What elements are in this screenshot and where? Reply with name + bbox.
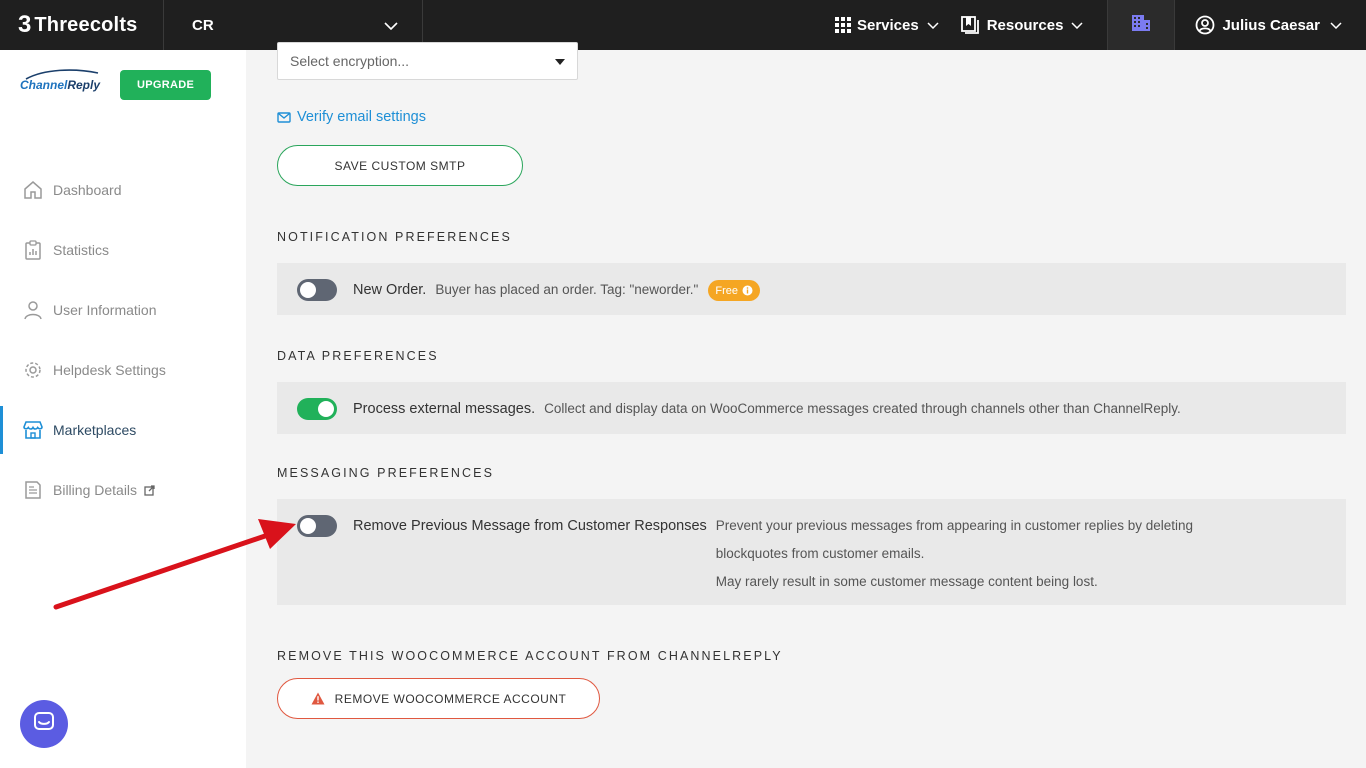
threecolts-logo[interactable]: 3 Threecolts (0, 0, 164, 50)
data-preferences-panel: Process external messages. Collect and d… (277, 382, 1346, 434)
building-icon (1131, 14, 1151, 37)
envelope-icon (277, 111, 291, 123)
remove-account-label: REMOVE WOOCOMMERCE ACCOUNT (334, 691, 567, 706)
gear-icon (22, 359, 44, 381)
info-icon (742, 285, 753, 296)
workspace-label: CR (192, 16, 214, 34)
user-menu[interactable]: Julius Caesar (1175, 0, 1366, 50)
home-icon (22, 179, 44, 201)
badge-label: Free (715, 284, 738, 297)
notification-preferences-heading: NOTIFICATION PREFERENCES (277, 230, 512, 244)
resources-label: Resources (986, 16, 1064, 34)
sidebar-header: ChannelReply UPGRADE (0, 50, 246, 120)
description-line: May rarely result in some customer messa… (715, 574, 1098, 589)
sidebar-item-label: User Information (53, 302, 157, 318)
description-line: blockquotes from customer emails. (715, 546, 925, 561)
chat-icon (33, 711, 55, 738)
sidebar-item-label: Billing Details (53, 482, 138, 498)
encryption-placeholder: Select encryption... (290, 53, 410, 69)
process-external-toggle[interactable] (297, 398, 337, 420)
new-order-title: New Order. (353, 282, 427, 298)
brand-mark: 3 (18, 11, 32, 38)
invoice-icon (22, 479, 44, 501)
sidebar-item-billing-details[interactable]: Billing Details (0, 460, 246, 520)
toggle-knob (300, 518, 316, 534)
verify-email-label: Verify email settings (297, 109, 426, 125)
chevron-down-icon (927, 21, 939, 29)
sidebar-item-statistics[interactable]: Statistics (0, 220, 246, 280)
brand-name: Threecolts (34, 13, 138, 36)
sidebar: ChannelReply UPGRADE Dashboard Statistic… (0, 50, 246, 768)
remove-previous-message-row: Remove Previous Message from Customer Re… (277, 499, 1346, 596)
user-name: Julius Caesar (1222, 16, 1320, 34)
main-content: Select encryption... Verify email settin… (246, 42, 1366, 768)
process-external-row: Process external messages. Collect and d… (277, 382, 1346, 420)
new-order-row: New Order. Buyer has placed an order. Ta… (277, 263, 1346, 301)
free-badge[interactable]: Free (708, 280, 760, 301)
sidebar-item-label: Helpdesk Settings (53, 362, 166, 378)
clipboard-icon (22, 239, 44, 261)
sidebar-item-label: Dashboard (53, 182, 122, 198)
sidebar-item-label: Marketplaces (53, 422, 137, 438)
messaging-preferences-heading: MESSAGING PREFERENCES (277, 466, 495, 480)
sidebar-item-marketplaces[interactable]: Marketplaces (0, 400, 246, 460)
save-custom-smtp-button[interactable]: SAVE CUSTOM SMTP (277, 145, 523, 186)
logo-swoosh-icon (25, 69, 99, 80)
sidebar-item-helpdesk-settings[interactable]: Helpdesk Settings (0, 340, 246, 400)
remove-woocommerce-account-button[interactable]: REMOVE WOOCOMMERCE ACCOUNT (277, 678, 600, 719)
store-icon (22, 419, 44, 441)
toggle-knob (300, 282, 316, 298)
channelreply-logo[interactable]: ChannelReply (20, 69, 110, 92)
notification-preferences-panel: New Order. Buyer has placed an order. Ta… (277, 263, 1346, 315)
sidebar-item-dashboard[interactable]: Dashboard (0, 160, 246, 220)
process-external-title: Process external messages. (353, 401, 536, 417)
book-icon (960, 16, 981, 34)
warning-icon (311, 692, 325, 705)
services-menu[interactable]: Services (834, 0, 961, 50)
chat-widget-button[interactable] (20, 700, 68, 748)
data-preferences-heading: DATA PREFERENCES (277, 349, 439, 363)
encryption-select[interactable]: Select encryption... (277, 42, 578, 80)
user-icon (22, 299, 44, 321)
toggle-knob (318, 401, 334, 417)
top-navbar: 3 Threecolts CR Services Resources Juliu… (0, 0, 1366, 50)
upgrade-button[interactable]: UPGRADE (120, 70, 212, 100)
remove-previous-message-title: Remove Previous Message from Customer Re… (353, 518, 707, 534)
external-link-icon (144, 484, 155, 496)
verify-email-link[interactable]: Verify email settings (277, 109, 426, 125)
process-external-description: Collect and display data on WooCommerce … (544, 401, 1181, 416)
resources-menu[interactable]: Resources (960, 0, 1108, 50)
grid-icon (834, 17, 851, 33)
description-line: Prevent your previous messages from appe… (715, 518, 1194, 533)
services-label: Services (856, 16, 919, 34)
remove-previous-message-description: Prevent your previous messages from appe… (716, 512, 1193, 596)
user-circle-icon (1195, 15, 1215, 35)
chevron-down-icon (1330, 21, 1342, 29)
organization-button[interactable] (1107, 0, 1176, 50)
remove-previous-message-toggle[interactable] (297, 515, 337, 537)
messaging-preferences-panel: Remove Previous Message from Customer Re… (277, 499, 1346, 605)
chevron-down-icon (384, 17, 398, 34)
new-order-toggle[interactable] (297, 279, 337, 301)
sidebar-menu: Dashboard Statistics User Information He… (0, 160, 246, 520)
caret-down-icon (555, 59, 565, 65)
sidebar-item-label: Statistics (53, 242, 110, 258)
chevron-down-icon (1071, 21, 1083, 29)
new-order-description: Buyer has placed an order. Tag: "neworde… (435, 282, 699, 297)
remove-account-heading: REMOVE THIS WOOCOMMERCE ACCOUNT FROM CHA… (277, 649, 783, 663)
sidebar-item-user-information[interactable]: User Information (0, 280, 246, 340)
